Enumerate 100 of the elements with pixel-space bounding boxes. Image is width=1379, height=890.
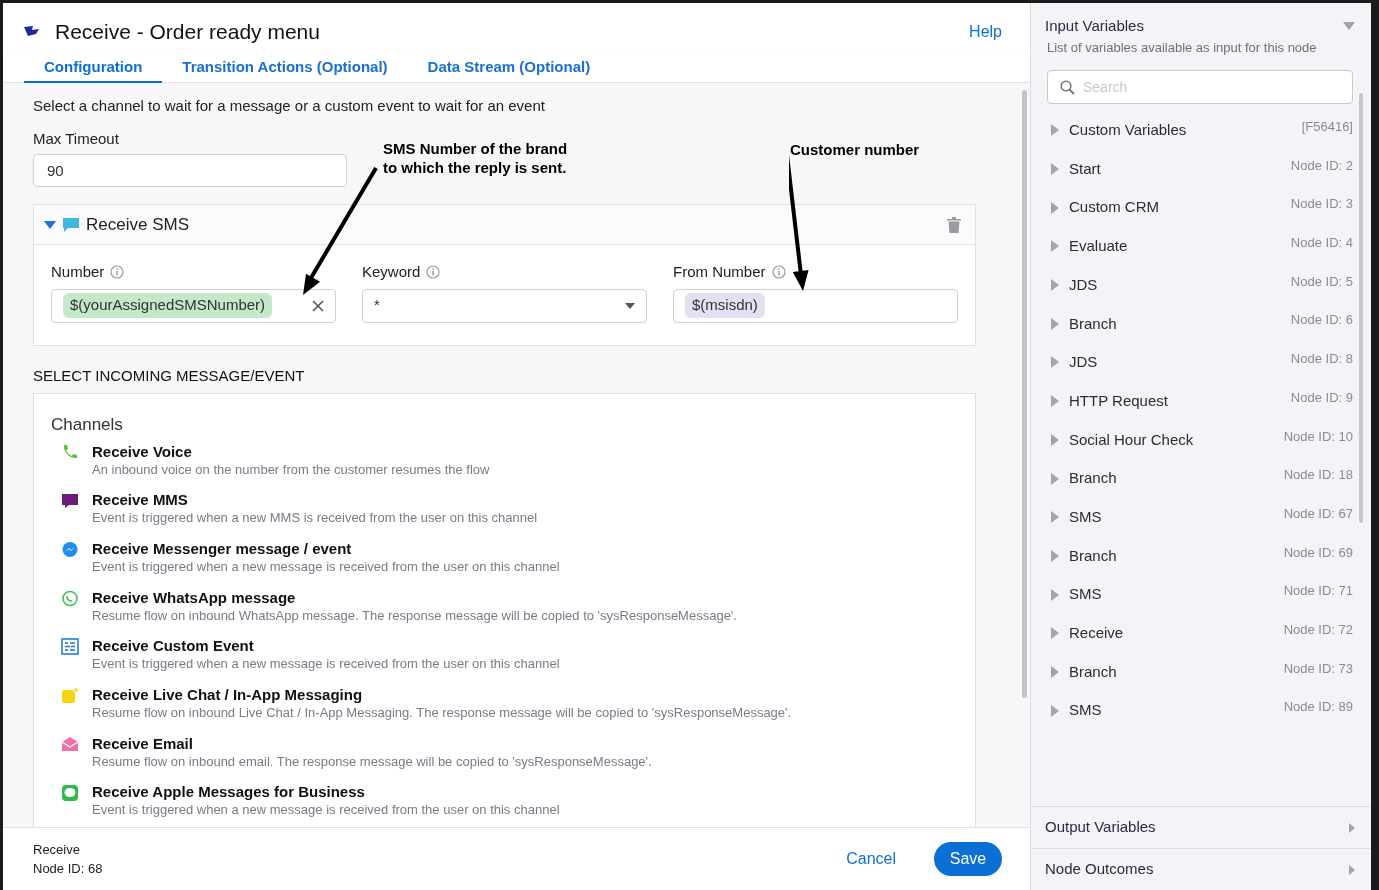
expand-caret-icon xyxy=(1051,433,1059,446)
cancel-button[interactable]: Cancel xyxy=(834,841,908,877)
tree-item[interactable]: Evaluate Node ID: 4 xyxy=(1051,227,1353,266)
info-icon[interactable] xyxy=(771,265,786,280)
annotation-text: Customer number xyxy=(790,140,920,160)
expand-caret-icon xyxy=(1051,201,1059,214)
scrollbar[interactable] xyxy=(1022,90,1027,698)
tree-item[interactable]: HTTP Request Node ID: 9 xyxy=(1051,381,1353,421)
node-id: Node ID: 69 xyxy=(1283,543,1353,562)
node-id: [F56416] xyxy=(1301,118,1353,136)
expand-caret-icon xyxy=(1051,317,1059,330)
expand-caret-icon xyxy=(1051,511,1059,524)
field-label: Number xyxy=(51,262,105,282)
tree-item[interactable]: Branch Node ID: 18 xyxy=(1051,459,1353,498)
clear-icon[interactable] xyxy=(312,299,324,312)
node-id: Node ID: 89 xyxy=(1283,698,1353,717)
variable-chip: $(yourAssignedSMSNumber) xyxy=(63,293,273,318)
keyword-dropdown[interactable]: * xyxy=(362,288,647,323)
tree-item[interactable]: Social Hour Check Node ID: 10 xyxy=(1051,420,1353,460)
node-id: Node ID: 5 xyxy=(1290,272,1353,291)
info-icon[interactable] xyxy=(110,265,125,280)
collapse-caret-icon[interactable] xyxy=(1343,22,1355,31)
node-id: Node ID: 68 xyxy=(33,860,103,878)
channels-heading: Channels xyxy=(51,414,124,436)
channel-option[interactable]: Receive Apple Messages for Business xyxy=(92,782,560,802)
tab[interactable]: Transition Actions (Optional) xyxy=(162,53,408,83)
info-icon[interactable] xyxy=(426,265,441,280)
collapsible-section[interactable]: Output Variables xyxy=(1031,806,1371,848)
variable-field[interactable]: $(yourAssignedSMSNumber) xyxy=(51,288,336,323)
node-id: Node ID: 6 xyxy=(1290,311,1353,330)
sms-icon xyxy=(62,216,80,233)
channel-description: Event is triggered when a new message is received from the user on this channel xyxy=(92,655,560,673)
expand-caret-icon xyxy=(1051,124,1059,137)
node-id: Node ID: 10 xyxy=(1283,427,1353,446)
channel-option[interactable]: Receive Voice xyxy=(92,441,490,461)
tree-item[interactable]: Branch Node ID: 73 xyxy=(1051,652,1353,692)
window-title: Receive - Order ready menu xyxy=(55,19,320,46)
channel-option[interactable]: Receive MMS xyxy=(92,490,538,510)
phone-bubble-icon xyxy=(61,589,79,608)
annotation-text: SMS Number of the brand to which the reply is sent. xyxy=(383,139,569,177)
channel-description: Event is triggered when a new message is received from the user on this channel xyxy=(92,557,560,575)
node-id: Node ID: 3 xyxy=(1290,195,1353,214)
expand-caret-icon xyxy=(1051,356,1059,369)
expand-caret-icon xyxy=(1051,627,1059,640)
expand-caret-icon xyxy=(1051,549,1059,562)
variable-chip: $(msisdn) xyxy=(685,293,765,318)
node-id: Node ID: 71 xyxy=(1283,582,1353,601)
expand-caret-icon xyxy=(1349,822,1355,833)
channel-description: Event is triggered when a new message is received from the user on this channel xyxy=(92,801,560,819)
collapsible-section[interactable]: Node Outcomes xyxy=(1031,848,1371,890)
tree-item[interactable]: Custom Variables [F56416] xyxy=(1051,111,1353,150)
help-link[interactable]: Help xyxy=(969,20,1002,44)
node-id: Node ID: 67 xyxy=(1283,504,1353,523)
node-id: Node ID: 4 xyxy=(1290,234,1353,253)
tree-item[interactable]: SMS Node ID: 71 xyxy=(1051,575,1353,614)
field-label: Keyword xyxy=(362,262,421,282)
tree-item[interactable]: Branch Node ID: 6 xyxy=(1051,304,1353,344)
save-button[interactable]: Save xyxy=(934,842,1002,876)
node-id: Node ID: 18 xyxy=(1283,466,1353,485)
tree-item[interactable]: SMS Node ID: 67 xyxy=(1051,497,1353,537)
flag-icon xyxy=(23,25,41,39)
chat-square-icon xyxy=(61,686,79,705)
channel-option[interactable]: Receive Live Chat / In-App Messaging xyxy=(92,684,792,704)
search-icon xyxy=(1060,79,1075,95)
channel-option[interactable]: Receive Messenger message / event xyxy=(92,538,560,558)
instruction-text: Select a channel to wait for a message or a custom event to wait for an event xyxy=(33,96,546,116)
node-id: Node ID: 9 xyxy=(1290,388,1353,407)
field-label: Max Timeout xyxy=(33,128,119,149)
channel-option[interactable]: Receive WhatsApp message xyxy=(92,587,737,607)
panel-subtitle: List of variables available as input for this node xyxy=(1046,38,1318,57)
mms-icon xyxy=(61,492,79,511)
list-icon xyxy=(61,638,79,657)
chat-bubble-icon xyxy=(61,540,79,559)
channel-description: Resume flow on inbound WhatsApp message. The response message will be copied to 'sysResponseMessage'. xyxy=(92,606,737,624)
channel-description: An inbound voice on the number from the customer resumes the flow xyxy=(92,460,490,478)
field-label: From Number xyxy=(673,262,766,282)
tree-item[interactable]: Custom CRM Node ID: 3 xyxy=(1051,188,1353,228)
channel-option[interactable]: Receive Custom Event xyxy=(92,636,560,656)
max-timeout-field[interactable]: 90 xyxy=(33,154,347,187)
channel-description: Resume flow on inbound email. The response message will be copied to 'sysResponseMessage'. xyxy=(92,752,652,770)
expand-caret-icon xyxy=(1051,588,1059,601)
tree-item[interactable]: JDS Node ID: 8 xyxy=(1051,343,1353,382)
envelope-icon xyxy=(61,735,79,754)
tab[interactable]: Data Stream (Optional) xyxy=(407,53,611,83)
expand-caret-icon xyxy=(1051,240,1059,253)
tree-item[interactable]: Branch Node ID: 69 xyxy=(1051,536,1353,576)
expand-caret-icon[interactable] xyxy=(44,219,56,230)
channel-option[interactable]: Receive Email xyxy=(92,733,652,753)
node-name: Receive xyxy=(33,841,81,859)
expand-caret-icon xyxy=(1051,472,1059,485)
expand-caret-icon xyxy=(1051,395,1059,408)
node-id: Node ID: 8 xyxy=(1290,350,1353,369)
tree-item[interactable]: SMS Node ID: 89 xyxy=(1051,691,1353,730)
variable-field[interactable]: $(msisdn) xyxy=(673,288,958,323)
tree-item[interactable]: Start Node ID: 2 xyxy=(1051,149,1353,189)
trash-icon[interactable] xyxy=(947,216,961,233)
tree-item[interactable]: Receive Node ID: 72 xyxy=(1051,613,1353,653)
expand-caret-icon xyxy=(1349,864,1355,875)
scrollbar[interactable] xyxy=(1359,93,1363,523)
tree-item[interactable]: JDS Node ID: 5 xyxy=(1051,265,1353,305)
